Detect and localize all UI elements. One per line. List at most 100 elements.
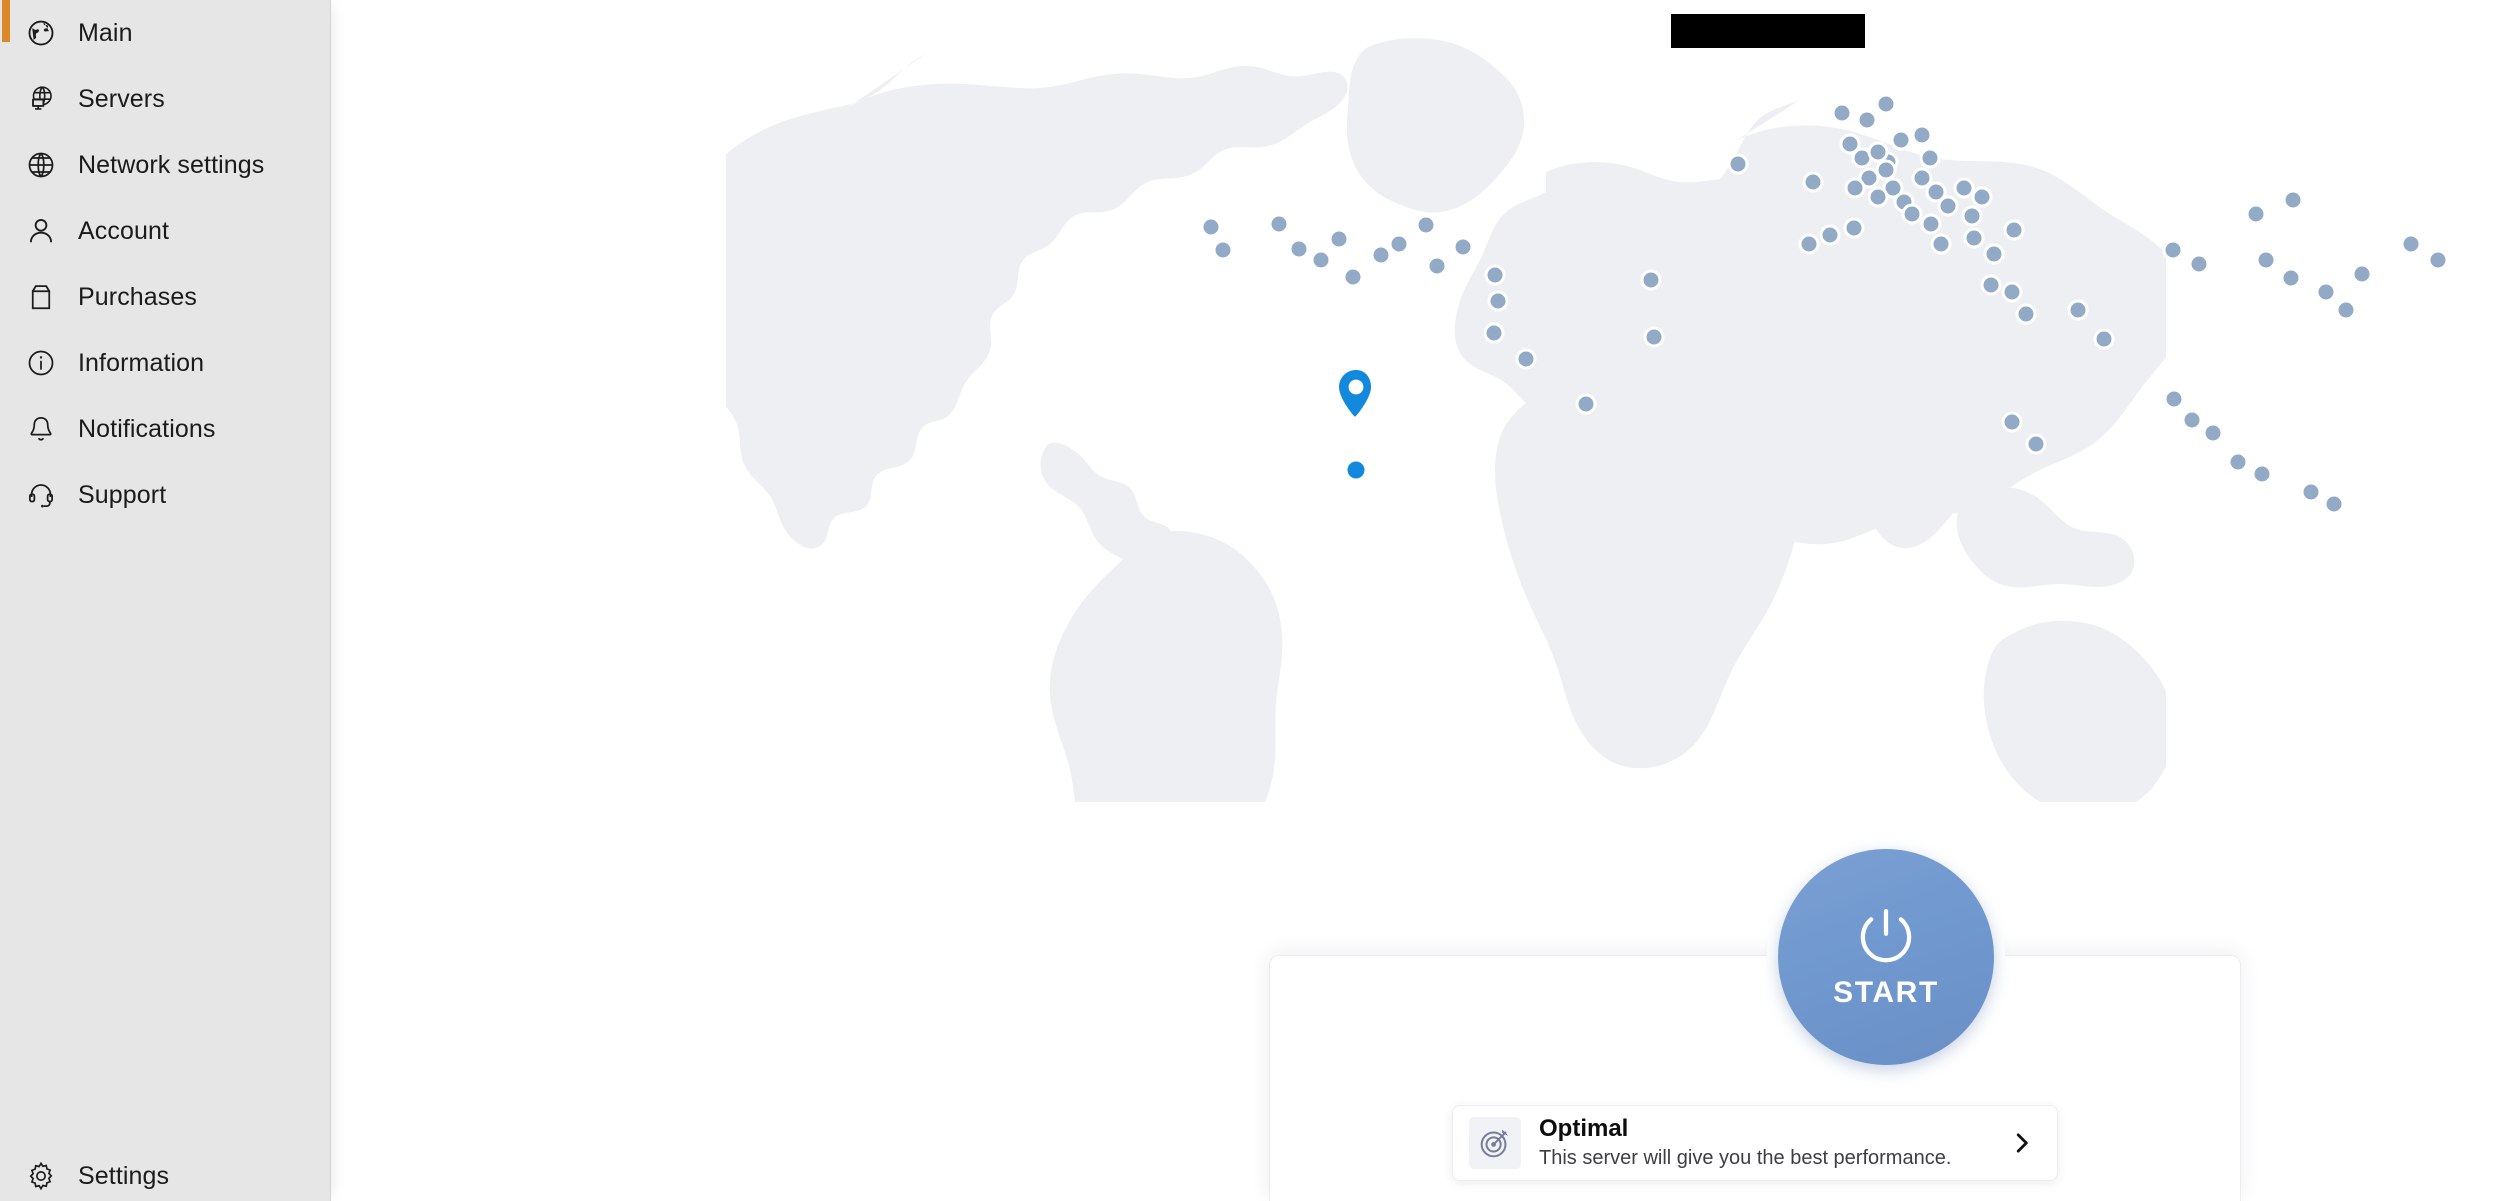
server-location-dot [1331,231,1347,247]
server-location-dot [2096,331,2112,347]
server-location-dot [2326,496,2342,512]
server-location-dot [1859,112,1875,128]
active-indicator [2,0,10,42]
server-location-dot [2028,436,2044,452]
gear-icon [18,1153,64,1199]
server-location-dot [2254,466,2270,482]
server-location-dot [1842,136,1858,152]
server-location-dot [1822,227,1838,243]
server-location-dot [1730,156,1746,172]
server-location-dot [2430,252,2446,268]
server-location-dot [1429,258,1445,274]
server-location-dot [2184,412,2200,428]
server-card-subtitle: This server will give you the best perfo… [1539,1146,1952,1169]
server-location-dot [1956,180,1972,196]
target-arrow-icon [1469,1117,1521,1169]
server-location-dot [1893,132,1909,148]
server-location-dot [1923,216,1939,232]
vpn-client-window: Main Servers Network settings Account Pu… [0,0,2500,1201]
server-location-dot [1847,180,1863,196]
globe-americas-icon [18,10,64,56]
sidebar-item-network-settings[interactable]: Network settings [0,132,331,198]
sidebar-item-notifications[interactable]: Notifications [0,396,331,462]
server-location-dot [2165,242,2181,258]
bell-icon [18,406,64,452]
server-location-dot [1578,396,1594,412]
server-location-dot [1922,150,1938,166]
server-location-dot [1455,239,1471,255]
server-location-dot [1933,236,1949,252]
server-location-dot [2354,266,2370,282]
server-card-text: Optimal This server will give you the be… [1539,1115,2009,1171]
server-location-dot [2205,425,2221,441]
shopping-bag-icon [18,274,64,320]
sidebar-item-label: Account [78,216,170,245]
server-location-dot [1914,127,1930,143]
server-location-dot [2318,284,2334,300]
server-location-dot [1313,252,1329,268]
server-location-dot [1854,150,1870,166]
sidebar-item-label: Main [78,18,133,47]
server-location-dot [2166,391,2182,407]
server-location-dot [1490,293,1506,309]
sidebar: Main Servers Network settings Account Pu… [0,0,331,1201]
server-location-dot [1518,351,1534,367]
server-location-dot [1870,144,1886,160]
server-location-dot [1203,219,1219,235]
server-location-dot [1928,184,1944,200]
sidebar-item-account[interactable]: Account [0,198,331,264]
server-location-dot [1373,247,1389,263]
headset-icon [18,472,64,518]
redaction-bar [1671,14,1865,48]
sidebar-item-label: Servers [78,84,165,113]
sidebar-item-servers[interactable]: Servers [0,66,331,132]
server-location-dot [2004,414,2020,430]
server-location-dot [1805,174,1821,190]
start-button[interactable]: START [1778,849,1994,1065]
server-location-dot [1391,236,1407,252]
sidebar-item-label: Notifications [78,414,216,443]
server-location-dot [1643,272,1659,288]
server-globe-icon [18,76,64,122]
server-selector-card[interactable]: Optimal This server will give you the be… [1452,1105,2058,1181]
location-pin-icon [1339,370,1373,418]
server-location-dot [2303,484,2319,500]
sidebar-item-main[interactable]: Main [0,0,331,66]
server-location-dot [1861,170,1877,186]
server-location-dot [1291,241,1307,257]
server-location-dot [2006,222,2022,238]
server-location-dot [2248,206,2264,222]
server-location-dot [1215,242,1231,258]
server-location-dot [1878,96,1894,112]
server-location-dot [2258,252,2274,268]
server-location-dot [1885,180,1901,196]
sidebar-item-label: Purchases [78,282,198,311]
server-location-dot [1846,220,1862,236]
sidebar-item-label: Information [78,348,205,377]
server-location-dot [1801,236,1817,252]
sidebar-item-information[interactable]: Information [0,330,331,396]
globe-icon [18,142,64,188]
server-location-dot [2004,284,2020,300]
server-location-dot [2338,302,2354,318]
chevron-right-icon[interactable] [2009,1130,2035,1156]
sidebar-item-support[interactable]: Support [0,462,331,528]
server-location-dot [1487,267,1503,283]
server-location-dot [1834,105,1850,121]
server-card-title: Optimal [1539,1115,1629,1143]
server-location-dot [1878,162,1894,178]
server-location-dot [2191,256,2207,272]
sidebar-item-label: Support [78,480,167,509]
server-location-dot [1486,325,1502,341]
server-location-dot [2283,270,2299,286]
sidebar-item-label: Network settings [78,150,265,179]
server-location-dot [1964,208,1980,224]
server-location-dot [1646,329,1662,345]
server-location-dot [1904,206,1920,222]
server-location-dot [1271,216,1287,232]
sidebar-item-purchases[interactable]: Purchases [0,264,331,330]
server-location-dot [1870,189,1886,205]
sidebar-item-settings[interactable]: Settings [0,1146,331,1201]
server-location-dot [2070,302,2086,318]
server-location-dot [1966,230,1982,246]
